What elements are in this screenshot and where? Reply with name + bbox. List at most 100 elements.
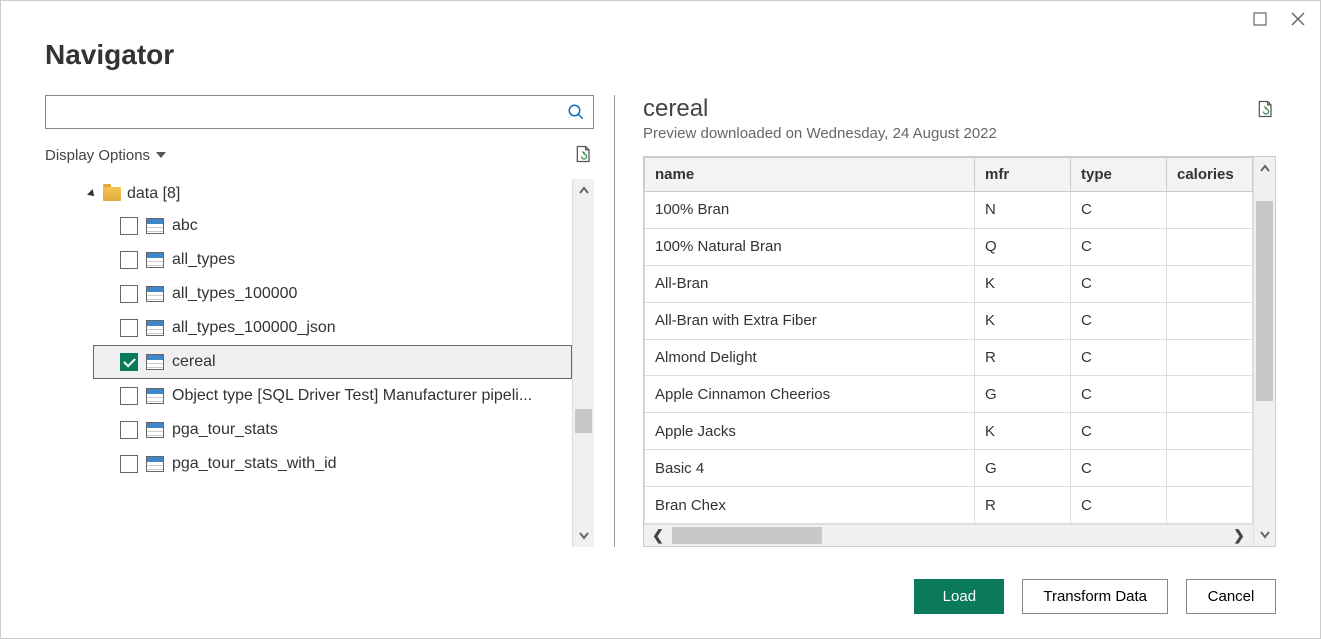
checkbox[interactable]: [120, 421, 138, 439]
tree-item-label: Object type [SQL Driver Test] Manufactur…: [172, 387, 532, 405]
table-cell: Bran Chex: [645, 487, 975, 524]
checkbox[interactable]: [120, 217, 138, 235]
table-row[interactable]: Almond DelightRC: [645, 339, 1253, 376]
table-icon: [146, 286, 164, 302]
table-cell: [1167, 450, 1253, 487]
table-cell: All-Bran: [645, 265, 975, 302]
table-cell: 100% Bran: [645, 192, 975, 229]
scroll-left-icon[interactable]: ❮: [644, 525, 672, 546]
display-options-dropdown[interactable]: Display Options: [45, 147, 166, 164]
cancel-button[interactable]: Cancel: [1186, 579, 1276, 614]
tree-item[interactable]: pga_tour_stats: [45, 413, 572, 447]
tree: data [8] abc all_types all_types_100000all…: [45, 179, 572, 547]
tree-container: data [8] abc all_types all_types_100000all…: [45, 179, 594, 547]
table-icon: [146, 252, 164, 268]
table-scroll-down-icon[interactable]: [1254, 522, 1275, 546]
table-cell: [1167, 339, 1253, 376]
right-pane: cereal Preview downloaded on Wednesday, …: [615, 95, 1276, 547]
maximize-button-icon[interactable]: [1250, 9, 1270, 29]
navigator-dialog: Navigator Display Options: [0, 0, 1321, 639]
tree-root-node[interactable]: data [8]: [45, 179, 572, 209]
content-area: Display Options data [8] abc all_typesall…: [1, 95, 1320, 547]
table-cell: C: [1071, 339, 1167, 376]
checkbox[interactable]: [120, 455, 138, 473]
checkbox[interactable]: [120, 251, 138, 269]
scroll-up-icon[interactable]: [573, 179, 594, 203]
tree-item[interactable]: pga_tour_stats_with_id: [45, 447, 572, 481]
table-cell: C: [1071, 265, 1167, 302]
display-options-label: Display Options: [45, 147, 150, 164]
refresh-tree-icon[interactable]: [574, 144, 594, 167]
table-v-scrollbar[interactable]: [1253, 157, 1275, 546]
table-scroll-thumb[interactable]: [1256, 201, 1273, 401]
preview-table-container: namemfrtypecalories 100% BranNC100% Natu…: [643, 156, 1276, 547]
table-cell: [1167, 487, 1253, 524]
checkbox[interactable]: [120, 319, 138, 337]
table-cell: [1167, 192, 1253, 229]
table-row[interactable]: Apple Cinnamon CheeriosGC: [645, 376, 1253, 413]
table-h-scrollbar[interactable]: ❮ ❯: [644, 524, 1253, 546]
tree-item-label: all_types_100000_json: [172, 319, 336, 337]
tree-item-label: all_types: [172, 251, 235, 269]
table-cell: All-Bran with Extra Fiber: [645, 302, 975, 339]
table-cell: C: [1071, 302, 1167, 339]
chevron-down-icon: [156, 152, 166, 158]
table-row[interactable]: All-Bran with Extra FiberKC: [645, 302, 1253, 339]
table-cell: Apple Cinnamon Cheerios: [645, 376, 975, 413]
scroll-right-icon[interactable]: ❯: [1225, 525, 1253, 546]
table-row[interactable]: 100% BranNC: [645, 192, 1253, 229]
table-cell: C: [1071, 376, 1167, 413]
table-icon: [146, 218, 164, 234]
tree-item[interactable]: Object type [SQL Driver Test] Manufactur…: [45, 379, 572, 413]
tree-item-label: pga_tour_stats_with_id: [172, 455, 337, 473]
table-icon: [146, 354, 164, 370]
table-cell: C: [1071, 228, 1167, 265]
table-cell: G: [975, 376, 1071, 413]
column-header[interactable]: type: [1071, 158, 1167, 192]
load-button[interactable]: Load: [914, 579, 1004, 614]
preview-header: cereal Preview downloaded on Wednesday, …: [643, 95, 1276, 156]
refresh-preview-icon[interactable]: [1256, 99, 1276, 122]
window-controls: [1, 1, 1320, 29]
checkbox[interactable]: [120, 387, 138, 405]
tree-item[interactable]: all_types_100000_json: [45, 311, 572, 345]
column-header[interactable]: calories: [1167, 158, 1253, 192]
column-header[interactable]: mfr: [975, 158, 1071, 192]
table-icon: [146, 388, 164, 404]
search-input[interactable]: [46, 96, 559, 128]
column-header[interactable]: name: [645, 158, 975, 192]
search-icon[interactable]: [559, 96, 593, 128]
tree-item[interactable]: cereal: [93, 345, 572, 379]
tree-item-label: pga_tour_stats: [172, 421, 278, 439]
table-cell: C: [1071, 413, 1167, 450]
table-cell: K: [975, 265, 1071, 302]
table-cell: 100% Natural Bran: [645, 228, 975, 265]
tree-item[interactable]: all_types_100000: [45, 277, 572, 311]
table-row[interactable]: 100% Natural BranQC: [645, 228, 1253, 265]
table-cell: N: [975, 192, 1071, 229]
table-row[interactable]: All-BranKC: [645, 265, 1253, 302]
table-cell: G: [975, 450, 1071, 487]
table-scroll-up-icon[interactable]: [1254, 157, 1275, 181]
table-cell: R: [975, 487, 1071, 524]
checkbox[interactable]: [120, 353, 138, 371]
table-row[interactable]: Basic 4GC: [645, 450, 1253, 487]
tree-item[interactable]: all_types: [45, 243, 572, 277]
transform-data-button[interactable]: Transform Data: [1022, 579, 1168, 614]
close-button-icon[interactable]: [1288, 9, 1308, 29]
table-cell: [1167, 376, 1253, 413]
tree-scrollbar[interactable]: [572, 179, 594, 547]
options-row: Display Options: [45, 135, 594, 175]
scroll-down-icon[interactable]: [573, 523, 594, 547]
dialog-header: Navigator: [1, 29, 1320, 95]
table-cell: [1167, 302, 1253, 339]
h-scroll-thumb[interactable]: [672, 527, 822, 544]
table-cell: Almond Delight: [645, 339, 975, 376]
tree-item[interactable]: abc: [45, 209, 572, 243]
scroll-thumb[interactable]: [575, 409, 592, 433]
table-row[interactable]: Apple JacksKC: [645, 413, 1253, 450]
preview-title: cereal: [643, 95, 997, 123]
table-row[interactable]: Bran ChexRC: [645, 487, 1253, 524]
checkbox[interactable]: [120, 285, 138, 303]
table-cell: C: [1071, 487, 1167, 524]
